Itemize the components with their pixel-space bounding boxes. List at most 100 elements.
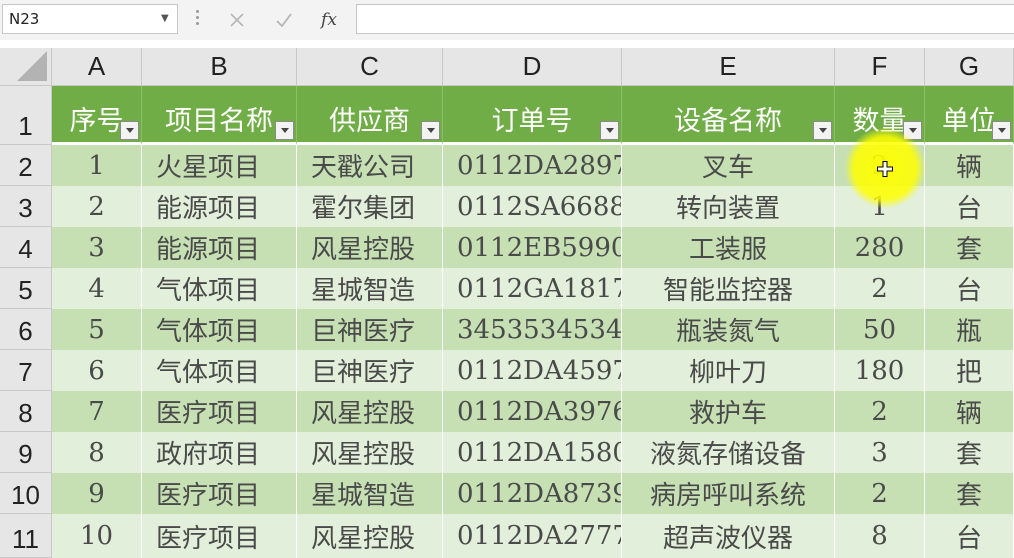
table-cell[interactable]: 风星控股: [297, 391, 443, 432]
table-cell[interactable]: 转向装置: [622, 186, 835, 227]
table-cell[interactable]: 2: [835, 391, 925, 432]
row-header-6[interactable]: 6: [0, 309, 52, 350]
column-header-c[interactable]: C: [297, 48, 443, 86]
row-header-5[interactable]: 5: [0, 268, 52, 309]
table-cell[interactable]: 280: [835, 227, 925, 268]
table-cell[interactable]: 0112GA1817: [443, 268, 622, 309]
table-cell[interactable]: 9: [52, 473, 142, 514]
table-header-cell[interactable]: 数量: [835, 86, 925, 145]
formula-input[interactable]: [356, 4, 1014, 34]
table-cell[interactable]: 气体项目: [142, 268, 297, 309]
table-cell[interactable]: 辆: [925, 391, 1014, 432]
table-header-cell[interactable]: 供应商: [297, 86, 443, 145]
table-cell[interactable]: 套: [925, 432, 1014, 473]
table-cell[interactable]: 风星控股: [297, 227, 443, 268]
table-cell[interactable]: 7: [52, 391, 142, 432]
table-cell[interactable]: 套: [925, 473, 1014, 514]
table-header-cell[interactable]: 项目名称: [142, 86, 297, 145]
row-header-7[interactable]: 7: [0, 350, 52, 391]
table-cell[interactable]: 风星控股: [297, 432, 443, 473]
row-header-2[interactable]: 2: [0, 145, 52, 186]
table-cell[interactable]: 2: [835, 145, 925, 186]
table-cell[interactable]: 3: [52, 227, 142, 268]
table-cell[interactable]: 能源项目: [142, 227, 297, 268]
table-cell[interactable]: 把: [925, 350, 1014, 391]
filter-dropdown-icon[interactable]: [275, 121, 294, 140]
table-cell[interactable]: 6: [52, 350, 142, 391]
table-cell[interactable]: 3453534534: [443, 309, 622, 350]
table-cell[interactable]: 火星项目: [142, 145, 297, 186]
row-header-4[interactable]: 4: [0, 227, 52, 268]
filter-dropdown-icon[interactable]: [421, 121, 440, 140]
table-cell[interactable]: 0112DA2777: [443, 514, 622, 558]
table-cell[interactable]: 台: [925, 186, 1014, 227]
table-cell[interactable]: 救护车: [622, 391, 835, 432]
table-cell[interactable]: 套: [925, 227, 1014, 268]
table-cell[interactable]: 液氮存储设备: [622, 432, 835, 473]
table-cell[interactable]: 巨神医疗: [297, 350, 443, 391]
table-cell[interactable]: 0112DA2897: [443, 145, 622, 186]
table-cell[interactable]: 瓶装氮气: [622, 309, 835, 350]
filter-dropdown-icon[interactable]: [992, 121, 1011, 140]
select-all-corner[interactable]: [0, 48, 52, 86]
table-cell[interactable]: 星城智造: [297, 268, 443, 309]
table-cell[interactable]: 辆: [925, 145, 1014, 186]
column-header-e[interactable]: E: [622, 48, 835, 86]
table-cell[interactable]: 工装服: [622, 227, 835, 268]
table-cell[interactable]: 180: [835, 350, 925, 391]
table-cell[interactable]: 柳叶刀: [622, 350, 835, 391]
table-header-cell[interactable]: 设备名称: [622, 86, 835, 145]
table-cell[interactable]: 10: [52, 514, 142, 558]
table-cell[interactable]: 8: [52, 432, 142, 473]
table-cell[interactable]: 台: [925, 514, 1014, 558]
table-cell[interactable]: 2: [835, 473, 925, 514]
row-header-3[interactable]: 3: [0, 186, 52, 227]
check-icon[interactable]: [269, 6, 299, 34]
row-header-1[interactable]: 1: [0, 86, 52, 145]
table-cell[interactable]: 病房呼叫系统: [622, 473, 835, 514]
table-cell[interactable]: 50: [835, 309, 925, 350]
table-cell[interactable]: 3: [835, 432, 925, 473]
row-header-8[interactable]: 8: [0, 391, 52, 432]
table-cell[interactable]: 风星控股: [297, 514, 443, 558]
column-header-a[interactable]: A: [52, 48, 142, 86]
table-cell[interactable]: 能源项目: [142, 186, 297, 227]
table-cell[interactable]: 0112DA8739: [443, 473, 622, 514]
row-header-10[interactable]: 10: [0, 473, 52, 514]
table-cell[interactable]: 0112EB5990: [443, 227, 622, 268]
filter-dropdown-icon[interactable]: [903, 121, 922, 140]
table-cell[interactable]: 超声波仪器: [622, 514, 835, 558]
table-cell[interactable]: 8: [835, 514, 925, 558]
table-cell[interactable]: 台: [925, 268, 1014, 309]
table-cell[interactable]: 智能监控器: [622, 268, 835, 309]
column-header-g[interactable]: G: [925, 48, 1014, 86]
column-header-b[interactable]: B: [142, 48, 297, 86]
table-cell[interactable]: 0112SA6688: [443, 186, 622, 227]
table-cell[interactable]: 气体项目: [142, 309, 297, 350]
table-cell[interactable]: 医疗项目: [142, 514, 297, 558]
fx-icon[interactable]: fx: [314, 6, 344, 34]
table-cell[interactable]: 瓶: [925, 309, 1014, 350]
name-box[interactable]: N23 ▼: [2, 4, 178, 34]
filter-dropdown-icon[interactable]: [813, 121, 832, 140]
table-cell[interactable]: 霍尔集团: [297, 186, 443, 227]
table-cell[interactable]: 叉车: [622, 145, 835, 186]
drag-handle-icon[interactable]: [196, 10, 200, 30]
chevron-down-icon[interactable]: ▼: [161, 14, 171, 24]
table-cell[interactable]: 医疗项目: [142, 473, 297, 514]
row-header-11[interactable]: 11: [0, 514, 52, 558]
table-cell[interactable]: 气体项目: [142, 350, 297, 391]
filter-dropdown-icon[interactable]: [120, 121, 139, 140]
column-header-d[interactable]: D: [443, 48, 622, 86]
table-cell[interactable]: 天戳公司: [297, 145, 443, 186]
table-cell[interactable]: 1: [835, 186, 925, 227]
table-cell[interactable]: 1: [52, 145, 142, 186]
filter-dropdown-icon[interactable]: [600, 121, 619, 140]
table-cell[interactable]: 政府项目: [142, 432, 297, 473]
table-cell[interactable]: 4: [52, 268, 142, 309]
table-cell[interactable]: 医疗项目: [142, 391, 297, 432]
table-header-cell[interactable]: 序号: [52, 86, 142, 145]
column-header-f[interactable]: F: [835, 48, 925, 86]
table-cell[interactable]: 2: [52, 186, 142, 227]
table-header-cell[interactable]: 订单号: [443, 86, 622, 145]
